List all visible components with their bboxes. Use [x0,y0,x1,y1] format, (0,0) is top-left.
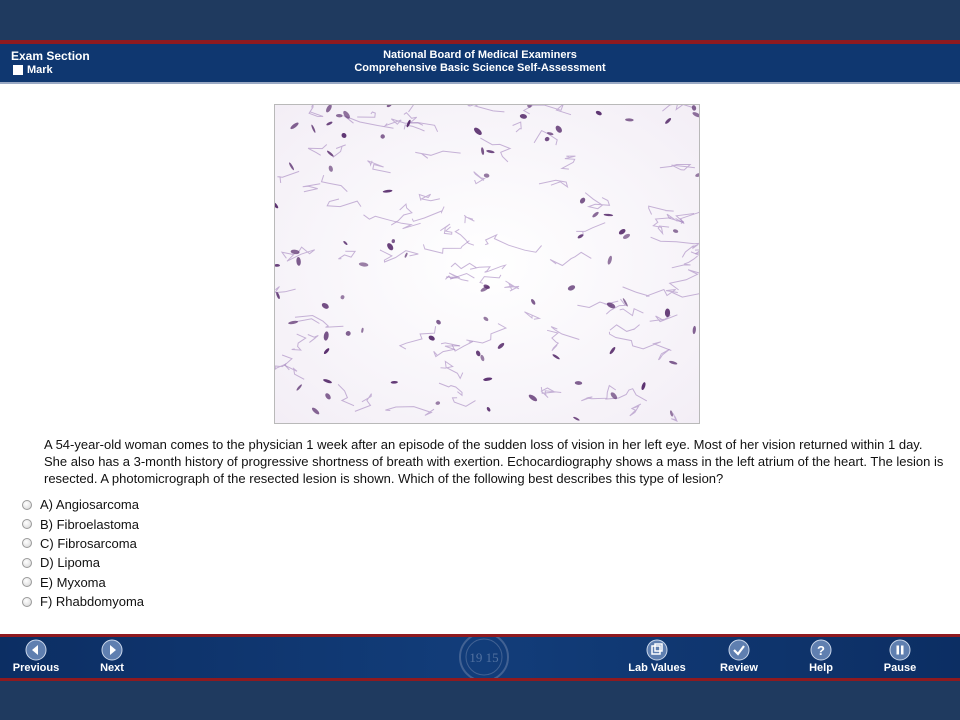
question-content: A 54-year-old woman comes to the physici… [0,84,960,634]
option-a[interactable]: A) Angiosarcoma [22,495,144,514]
option-b-radio[interactable] [22,519,32,530]
option-a-radio[interactable] [22,499,32,510]
option-f-radio[interactable] [22,596,32,607]
next-button[interactable]: Next [82,639,142,677]
option-f[interactable]: F) Rhabdomyoma [22,592,144,611]
question-stem: A 54-year-old woman comes to the physici… [44,437,944,486]
exam-title-line1: National Board of Medical Examiners [383,49,577,61]
photomicrograph [274,104,700,424]
top-band [0,0,960,40]
arrow-right-icon [101,639,123,661]
review-button[interactable]: Review [709,639,769,677]
option-a-label[interactable]: A) Angiosarcoma [40,497,139,512]
help-label: Help [809,662,833,674]
help-button[interactable]: ? Help [791,639,851,677]
lab-values-icon [646,639,668,661]
bottom-band [0,681,960,720]
help-icon: ? [810,639,832,661]
option-c-radio[interactable] [22,538,32,549]
previous-button[interactable]: Previous [6,639,66,677]
option-b[interactable]: B) Fibroelastoma [22,514,144,533]
exam-title-line2: Comprehensive Basic Science Self-Assessm… [354,62,606,74]
option-e[interactable]: E) Myxoma [22,573,144,592]
option-e-label[interactable]: E) Myxoma [40,575,106,590]
option-f-label[interactable]: F) Rhabdomyoma [40,594,144,609]
checkmark-icon [728,639,750,661]
next-label: Next [100,662,124,674]
exam-header: Exam Section Mark National Board of Medi… [0,44,960,82]
navigation-bar: 19 15 Previous Next Lab Values Review ? … [0,637,960,678]
option-c-label[interactable]: C) Fibrosarcoma [40,536,137,551]
option-c[interactable]: C) Fibrosarcoma [22,534,144,553]
option-b-label[interactable]: B) Fibroelastoma [40,517,139,532]
review-label: Review [720,662,758,674]
option-d[interactable]: D) Lipoma [22,553,144,572]
option-d-label[interactable]: D) Lipoma [40,555,100,570]
option-e-radio[interactable] [22,577,32,588]
option-d-radio[interactable] [22,557,32,568]
svg-text:?: ? [817,643,825,658]
lab-values-button[interactable]: Lab Values [627,639,687,677]
lab-values-label: Lab Values [628,662,686,674]
exam-title: National Board of Medical Examiners Comp… [0,49,960,75]
svg-text:19 15: 19 15 [469,650,498,665]
pause-label: Pause [883,662,917,674]
previous-label: Previous [12,662,60,674]
nbme-seal: 19 15 [459,637,509,678]
pause-icon [889,639,911,661]
answer-options: A) Angiosarcoma B) Fibroelastoma C) Fibr… [22,495,144,611]
pause-button[interactable]: Pause [870,639,930,677]
arrow-left-icon [25,639,47,661]
